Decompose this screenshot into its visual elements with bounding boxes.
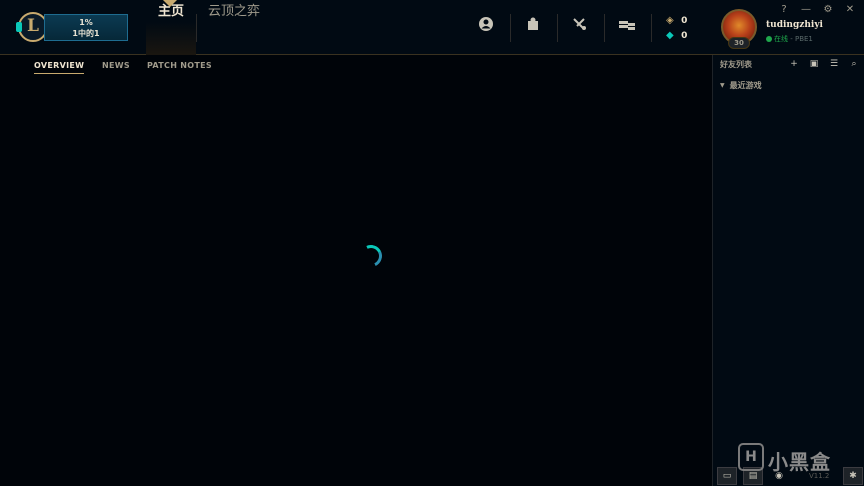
profile-icon[interactable] xyxy=(475,16,497,38)
server-name: PBE1 xyxy=(794,35,813,43)
loot-icon[interactable] xyxy=(569,16,591,38)
play-progress-text: 1% xyxy=(79,18,93,27)
be-amount: 0 xyxy=(681,31,688,41)
add-friend-icon[interactable]: + xyxy=(788,58,800,70)
add-folder-icon[interactable]: ▣ xyxy=(808,58,820,70)
friends-list-title: 好友列表 xyxy=(720,60,752,69)
close-button[interactable]: ✕ xyxy=(843,3,857,17)
status-badge[interactable]: 在线 - PBE1 xyxy=(766,34,813,44)
settings-button[interactable]: ⚙ xyxy=(821,3,835,17)
search-icon[interactable]: ⌕ xyxy=(848,58,860,70)
tab-overview[interactable]: OVERVIEW xyxy=(34,61,85,74)
divider xyxy=(651,14,652,42)
client-window: L 1% 1中的1 主页 云顶之弈 ◈ 0 ◆ 0 30 tudingzhiyi… xyxy=(0,0,864,486)
divider xyxy=(557,14,558,42)
status-text: 在线 xyxy=(774,35,788,43)
summoner-name: tudingzhiyi xyxy=(766,20,823,30)
chat-button[interactable]: ▭ xyxy=(717,467,737,485)
friends-panel: 好友列表 + ▣ ☰ ⌕ ▼ 最近游戏 ▭ ▤ ◉ V11.2 ✱ xyxy=(712,55,864,486)
help-button[interactable]: ? xyxy=(777,3,791,17)
blue-essence-icon: ◆ xyxy=(666,30,674,41)
rp-amount: 0 xyxy=(681,16,688,26)
nav-tab-tft[interactable]: 云顶之弈 xyxy=(208,0,260,55)
chevron-down-icon: ▼ xyxy=(720,82,725,89)
divider xyxy=(604,14,605,42)
friends-group-recent[interactable]: ▼ 最近游戏 xyxy=(720,80,762,91)
tab-patch-notes[interactable]: PATCH NOTES xyxy=(147,61,212,70)
collection-icon[interactable] xyxy=(522,16,544,38)
league-logo-icon: L xyxy=(27,16,39,36)
nav-tab-home[interactable]: 主页 xyxy=(146,0,196,55)
divider xyxy=(196,14,197,42)
watermark-text: 小黑盒 xyxy=(768,450,831,474)
status-separator: - xyxy=(788,35,795,43)
be-balance: ◆ 0 xyxy=(666,30,687,41)
watermark: H 小黑盒 xyxy=(738,441,838,475)
rp-balance: ◈ 0 xyxy=(666,15,687,26)
tab-news[interactable]: NEWS xyxy=(102,61,130,70)
play-button[interactable]: 1% 1中的1 xyxy=(44,14,128,41)
divider xyxy=(510,14,511,42)
bug-report-button[interactable]: ✱ xyxy=(843,467,863,485)
minimize-button[interactable]: — xyxy=(799,3,813,17)
top-navigation-bar: L 1% 1中的1 主页 云顶之弈 ◈ 0 ◆ 0 30 tudingzhiyi… xyxy=(0,0,864,55)
summoner-level: 30 xyxy=(728,37,750,49)
loading-spinner-icon xyxy=(356,241,386,271)
online-dot-icon xyxy=(766,36,772,42)
play-queue-text: 1中的1 xyxy=(72,29,100,38)
watermark-logo-icon: H xyxy=(738,443,764,471)
store-icon[interactable] xyxy=(616,16,638,38)
list-options-icon[interactable]: ☰ xyxy=(828,58,840,70)
group-label: 最近游戏 xyxy=(729,81,762,90)
rp-icon: ◈ xyxy=(666,15,674,26)
